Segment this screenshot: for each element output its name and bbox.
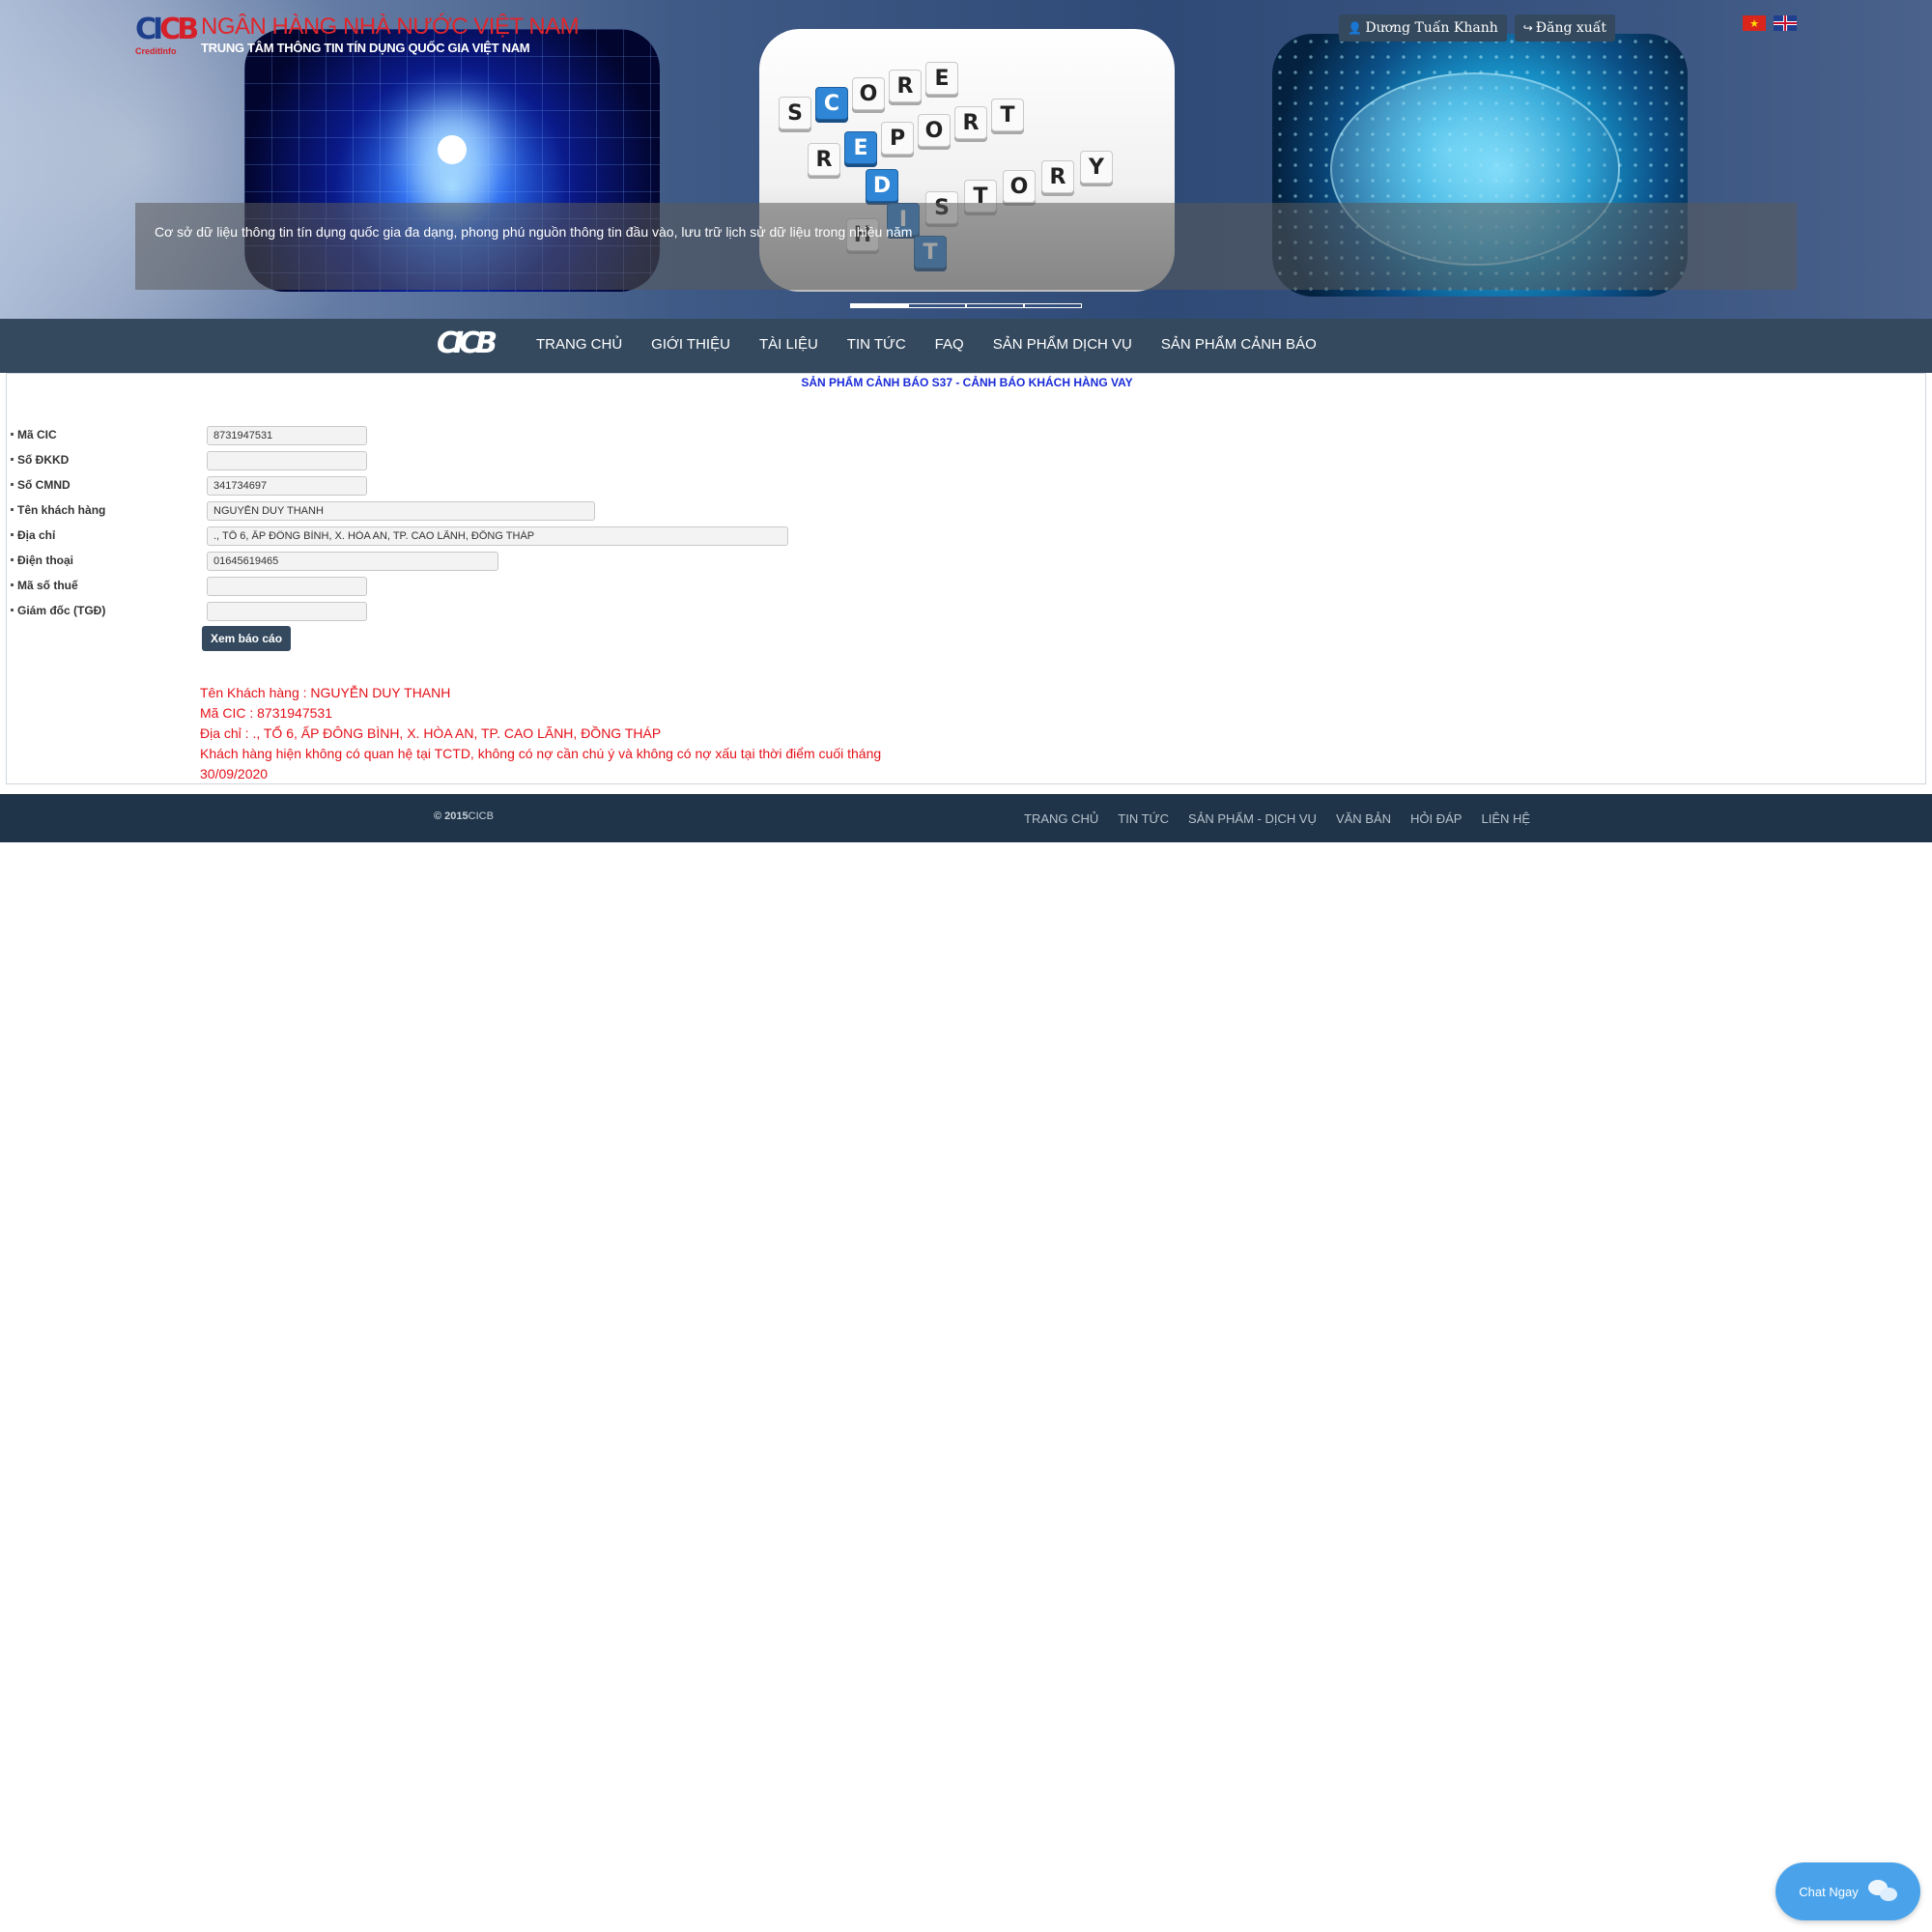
slide-caption-text: Cơ sở dữ liệu thông tin tín dụng quốc gi… — [155, 224, 913, 240]
logout-icon: ↪ — [1522, 21, 1533, 35]
logout-button[interactable]: ↪ Đăng xuất — [1514, 14, 1615, 42]
slide-indicator[interactable] — [850, 303, 908, 308]
nav-item-services[interactable]: SẢN PHẨM DỊCH VỤ — [979, 319, 1147, 373]
field-label: Số ĐKKD — [11, 453, 204, 467]
nav-item-documents[interactable]: TÀI LIỆU — [745, 319, 833, 373]
field-label: Tên khách hàng — [11, 503, 204, 517]
user-icon: 👤 — [1348, 21, 1363, 35]
address-input[interactable] — [207, 526, 788, 546]
id-number-input[interactable] — [207, 476, 367, 496]
crossword-tile: R — [954, 106, 987, 139]
cicb-logo-mark: CICB CreditInfo — [135, 13, 199, 60]
director-input[interactable] — [207, 602, 367, 621]
crossword-tile: R — [808, 143, 840, 176]
cic-code-input[interactable] — [207, 426, 367, 445]
slide-indicator[interactable] — [908, 303, 966, 308]
logo-brand: CICB — [135, 13, 199, 46]
nav-item-news[interactable]: TIN TỨC — [833, 319, 921, 373]
flag-uk-icon[interactable] — [1774, 15, 1797, 31]
crossword-tile: E — [925, 62, 958, 95]
field-label: Số CMND — [11, 478, 204, 492]
site-logo[interactable]: CICB CreditInfo NGÂN HÀNG NHÀ NƯỚC VIỆT … — [135, 13, 580, 60]
crossword-tile: C — [815, 87, 848, 120]
business-reg-input[interactable] — [207, 451, 367, 470]
field-label: Điện thoại — [11, 554, 204, 567]
logo-creditinfo: CreditInfo — [135, 46, 177, 56]
field-label: Địa chỉ — [11, 528, 204, 542]
footer-link-contact[interactable]: LIÊN HỆ — [1471, 794, 1540, 842]
copyright: © 2015CICB — [434, 810, 494, 822]
field-label: Giám đốc (TGĐ) — [11, 604, 204, 617]
user-profile-button[interactable]: 👤 Dương Tuấn Khanh — [1339, 14, 1507, 42]
user-name: Dương Tuấn Khanh — [1365, 20, 1498, 36]
slide-caption: Cơ sở dữ liệu thông tin tín dụng quốc gi… — [135, 203, 1797, 290]
nav-item-home[interactable]: TRANG CHỦ — [522, 319, 637, 373]
logo-title: NGÂN HÀNG NHÀ NƯỚC VIỆT NAM — [201, 14, 580, 40]
crossword-tile: E — [844, 131, 877, 164]
logo-text: NGÂN HÀNG NHÀ NƯỚC VIỆT NAM TRUNG TÂM TH… — [201, 14, 580, 56]
flag-vietnam-icon[interactable]: ★ — [1743, 15, 1766, 31]
phone-input[interactable] — [207, 552, 498, 571]
crossword-tile: R — [889, 70, 922, 102]
crossword-tile: P — [881, 122, 914, 155]
tax-code-input[interactable] — [207, 577, 367, 596]
report-result: Tên Khách hàng : NGUYỄN DUY THANH Mã CIC… — [200, 683, 895, 784]
footer-link-home[interactable]: TRANG CHỦ — [1014, 794, 1108, 842]
main-navbar: CICB TRANG CHỦ GIỚI THIỆU TÀI LIỆU TIN T… — [0, 319, 1932, 373]
footer-link-qa[interactable]: HỎI ĐÁP — [1401, 794, 1471, 842]
nav-menu: TRANG CHỦ GIỚI THIỆU TÀI LIỆU TIN TỨC FA… — [522, 319, 1331, 373]
slide-indicator[interactable] — [1024, 303, 1082, 308]
crossword-tile: R — [1041, 160, 1074, 193]
customer-name-input[interactable] — [207, 501, 595, 521]
field-label: Mã số thuế — [11, 579, 204, 592]
main-content: SẢN PHẨM CẢNH BÁO S37 - CẢNH BÁO KHÁCH H… — [6, 373, 1926, 784]
footer-link-products[interactable]: SẢN PHẨM - DỊCH VỤ — [1179, 794, 1326, 842]
result-address: Địa chỉ : ., TỔ 6, ẤP ĐÔNG BÌNH, X. HÒA … — [200, 725, 662, 741]
footer-link-news[interactable]: TIN TỨC — [1108, 794, 1179, 842]
banner: S C O R E R E P O R T D H I S T O R Y T … — [0, 0, 1932, 319]
crossword-tile: O — [918, 114, 951, 147]
crossword-tile: O — [1003, 170, 1036, 203]
slide-indicators — [850, 303, 1082, 308]
footer-link-documents[interactable]: VĂN BẢN — [1326, 794, 1401, 842]
result-message: Khách hàng hiện không có quan hệ tại TCT… — [200, 746, 882, 781]
field-label: Mã CIC — [11, 428, 204, 441]
view-report-button[interactable]: Xem báo cáo — [202, 626, 292, 651]
page-title: SẢN PHẨM CẢNH BÁO S37 - CẢNH BÁO KHÁCH H… — [801, 376, 1133, 389]
crossword-tile: T — [991, 99, 1024, 131]
light-beam — [438, 135, 467, 164]
crossword-tile: D — [866, 169, 898, 202]
user-box: 👤 Dương Tuấn Khanh ↪ Đăng xuất — [1339, 14, 1615, 42]
crossword-tile: O — [852, 77, 885, 110]
logo-subtitle: TRUNG TÂM THÔNG TIN TÍN DỤNG QUỐC GIA VI… — [201, 41, 530, 55]
nav-logo[interactable]: CICB — [437, 327, 497, 360]
footer: © 2015CICB TRANG CHỦ TIN TỨC SẢN PHẨM - … — [0, 794, 1932, 842]
crossword-tile: Y — [1080, 151, 1113, 184]
result-cic-code: Mã CIC : 8731947531 — [200, 705, 332, 721]
result-customer-name: Tên Khách hàng : NGUYỄN DUY THANH — [200, 685, 451, 700]
chat-bubbles-icon — [1867, 1880, 1897, 1903]
chat-label: Chat Ngay — [1799, 1884, 1859, 1899]
nav-item-faq[interactable]: FAQ — [921, 319, 979, 373]
nav-item-about[interactable]: GIỚI THIỆU — [637, 319, 745, 373]
footer-links: TRANG CHỦ TIN TỨC SẢN PHẨM - DỊCH VỤ VĂN… — [1014, 794, 1540, 842]
chat-now-button[interactable]: Chat Ngay — [1776, 1862, 1920, 1920]
nav-item-warning-products[interactable]: SẢN PHẨM CẢNH BÁO — [1147, 319, 1331, 373]
slide-indicator[interactable] — [966, 303, 1024, 308]
language-switcher: ★ — [1743, 15, 1797, 31]
crossword-tile: S — [779, 97, 811, 129]
logout-label: Đăng xuất — [1535, 20, 1606, 36]
